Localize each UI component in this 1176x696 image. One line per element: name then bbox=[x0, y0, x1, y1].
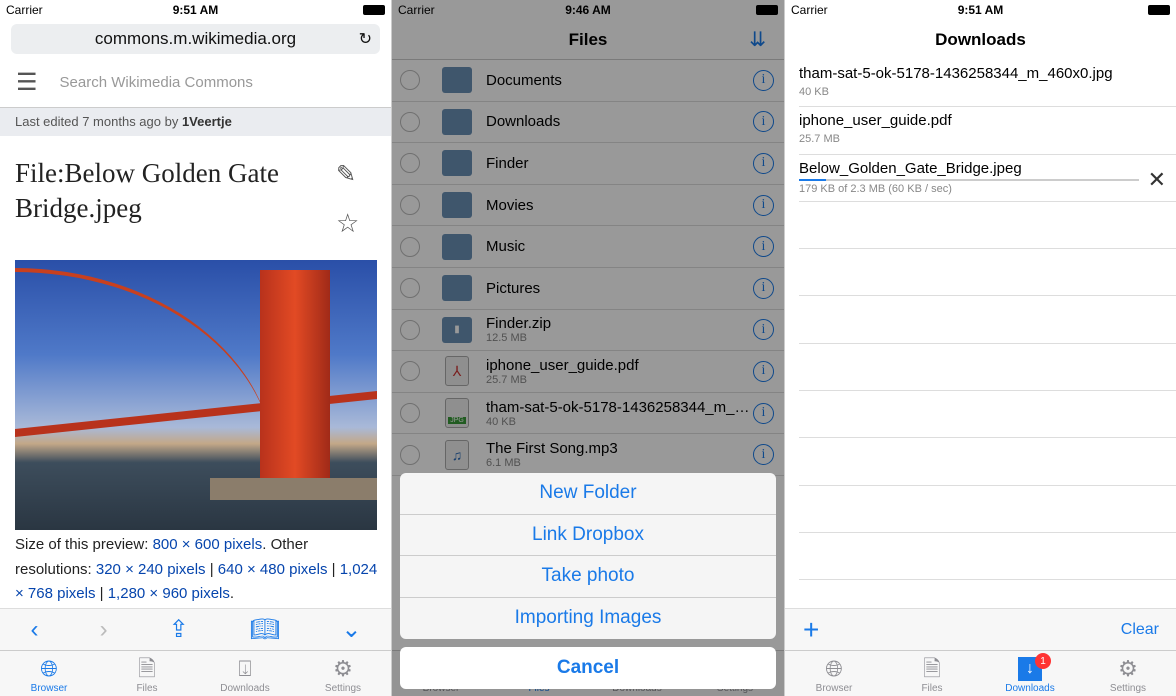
download-icon: ⍗ bbox=[238, 656, 252, 681]
active-download[interactable]: Below_Golden_Gate_Bridge.jpeg 179 KB of 2… bbox=[799, 155, 1176, 202]
reload-icon[interactable]: ↻ bbox=[359, 29, 372, 49]
file-icon: 🗎 bbox=[138, 656, 156, 681]
tab-settings[interactable]: ⚙ Settings bbox=[294, 651, 391, 696]
tab-files[interactable]: 🗎 Files bbox=[98, 651, 196, 696]
search-row: ☰ Search Wikimedia Commons bbox=[0, 58, 391, 108]
link-dropbox-button[interactable]: Link Dropbox bbox=[400, 515, 776, 556]
tab-label: Settings bbox=[324, 683, 362, 694]
last-edited-text: Last edited 7 months ago by bbox=[15, 114, 182, 129]
time: 9:51 AM bbox=[957, 3, 1004, 17]
tab-browser[interactable]: 🌐︎ Browser bbox=[0, 651, 98, 696]
time: 9:51 AM bbox=[172, 3, 219, 17]
empty-row bbox=[799, 249, 1176, 297]
globe-icon: 🌐︎ bbox=[40, 656, 58, 681]
nav-title: Downloads bbox=[935, 30, 1026, 49]
carrier: Carrier bbox=[6, 3, 43, 17]
user-link[interactable]: 1Veertje bbox=[182, 114, 232, 129]
download-name: Below_Golden_Gate_Bridge.jpeg bbox=[799, 159, 1022, 177]
forward-icon[interactable]: › bbox=[100, 616, 108, 644]
downloads-toolbar: + Clear bbox=[785, 608, 1176, 650]
tab-downloads[interactable]: ↓ 1 Downloads bbox=[981, 651, 1079, 696]
file-icon: 🗎 bbox=[923, 656, 941, 681]
res-link[interactable]: 640 × 480 pixels bbox=[218, 561, 328, 578]
cancel-button[interactable]: Cancel bbox=[400, 647, 776, 689]
desc-text: Size of this preview: bbox=[15, 536, 153, 553]
chevron-down-icon[interactable]: ⌄ bbox=[341, 615, 361, 644]
progress-text: 179 KB of 2.3 MB (60 KB / sec) bbox=[799, 182, 952, 195]
bookmarks-icon[interactable]: 📖︎ bbox=[250, 615, 280, 644]
browser-panel: Carrier 9:51 AM commons.m.wikimedia.org ↻ … bbox=[0, 0, 392, 696]
bridge-image[interactable] bbox=[15, 260, 377, 530]
star-icon[interactable]: ☆ bbox=[336, 208, 359, 239]
page-title: File:Below Golden Gate Bridge.jpeg bbox=[15, 158, 279, 223]
share-icon[interactable]: ⇪ bbox=[169, 615, 189, 644]
download-name: iphone_user_guide.pdf bbox=[799, 112, 952, 130]
close-icon[interactable]: ✕ bbox=[1148, 167, 1166, 193]
action-sheet: New Folder Link Dropbox Take photo Impor… bbox=[400, 473, 776, 639]
add-icon[interactable]: + bbox=[803, 614, 819, 646]
empty-row bbox=[799, 202, 1176, 250]
download-item[interactable]: tham-sat-5-ok-5178-1436258344_m_460x0.jp… bbox=[799, 60, 1176, 108]
url-text: commons.m.wikimedia.org bbox=[94, 29, 297, 48]
download-name: tham-sat-5-ok-5178-1436258344_m_460x0.jp… bbox=[799, 65, 1113, 82]
tab-settings[interactable]: ⚙ Settings bbox=[1079, 651, 1176, 696]
image-description: Size of this preview: 800 × 600 pixels. … bbox=[15, 536, 378, 602]
badge: 1 bbox=[1035, 653, 1051, 669]
import-images-button[interactable]: Importing Images bbox=[400, 598, 776, 640]
status-bar: Carrier 9:51 AM bbox=[0, 0, 391, 20]
take-photo-button[interactable]: Take photo bbox=[400, 556, 776, 598]
tab-files[interactable]: 🗎 Files bbox=[883, 651, 981, 696]
tab-browser[interactable]: 🌐︎ Browser bbox=[785, 651, 883, 696]
nav-bar: Downloads bbox=[785, 20, 1176, 60]
globe-icon: 🌐︎ bbox=[825, 656, 843, 681]
url-bar[interactable]: commons.m.wikimedia.org ↻ bbox=[11, 24, 380, 54]
tab-label: Downloads bbox=[220, 683, 270, 694]
last-edited: Last edited 7 months ago by 1Veertje bbox=[0, 108, 391, 136]
search-input[interactable]: Search Wikimedia Commons bbox=[60, 74, 253, 91]
battery-icon bbox=[363, 5, 385, 15]
tab-label: Browser bbox=[815, 683, 853, 694]
empty-row bbox=[799, 486, 1176, 533]
tab-label: Settings bbox=[1109, 683, 1147, 694]
downloads-panel: Carrier 9:51 AM Downloads tham-sat-5-ok-5… bbox=[784, 0, 1176, 696]
tab-label: Downloads bbox=[1005, 683, 1055, 694]
desc-text: . bbox=[229, 585, 235, 602]
download-size: 40 KB bbox=[799, 86, 829, 98]
browser-toolbar: ‹ › ⇪ 📖︎ ⌄ bbox=[0, 608, 391, 650]
empty-row bbox=[799, 533, 1176, 581]
preview-link[interactable]: 800 × 600 pixels bbox=[153, 536, 263, 553]
back-icon[interactable]: ‹ bbox=[31, 616, 39, 644]
empty-row bbox=[799, 438, 1176, 486]
status-bar: Carrier 9:51 AM bbox=[785, 0, 1176, 20]
battery-icon bbox=[1148, 5, 1170, 15]
tab-label: Browser bbox=[30, 683, 68, 694]
download-item[interactable]: iphone_user_guide.pdf 25.7 MB bbox=[799, 107, 1176, 155]
gear-icon: ⚙ bbox=[333, 656, 353, 681]
new-folder-button[interactable]: New Folder bbox=[400, 473, 776, 515]
tab-label: Files bbox=[921, 683, 943, 694]
res-link[interactable]: 1,280 × 960 pixels bbox=[108, 585, 230, 602]
tab-bar: 🌐︎ Browser 🗎 Files ↓ 1 Downloads ⚙ Settings bbox=[785, 650, 1176, 696]
menu-icon[interactable]: ☰ bbox=[16, 68, 38, 97]
tab-label: Files bbox=[136, 683, 158, 694]
empty-row bbox=[799, 391, 1176, 439]
progress-bar bbox=[799, 178, 1139, 181]
download-size: 25.7 MB bbox=[799, 133, 840, 146]
tab-bar: 🌐︎ Browser 🗎 Files ⍗ Downloads ⚙ Settings bbox=[0, 650, 391, 696]
carrier: Carrier bbox=[791, 3, 828, 17]
empty-row bbox=[799, 296, 1176, 344]
tab-downloads[interactable]: ⍗ Downloads bbox=[196, 651, 294, 696]
gear-icon: ⚙ bbox=[1118, 656, 1138, 681]
clear-button[interactable]: Clear bbox=[1121, 621, 1159, 639]
res-link[interactable]: 320 × 240 pixels bbox=[96, 561, 206, 578]
empty-row bbox=[799, 344, 1176, 392]
edit-icon[interactable]: ✎ bbox=[336, 160, 356, 189]
